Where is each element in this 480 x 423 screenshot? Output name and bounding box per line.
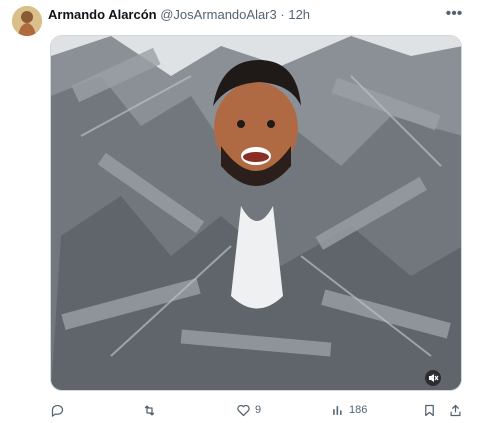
reply-button[interactable] xyxy=(50,400,65,420)
sound-muted-icon[interactable] xyxy=(425,370,441,386)
timestamp[interactable]: 12h xyxy=(288,7,310,22)
more-horizontal-icon: ••• xyxy=(445,5,463,22)
share-icon xyxy=(450,404,461,416)
views-count: 186 xyxy=(349,404,368,416)
separator-dot: · xyxy=(280,7,285,22)
bookmark-icon xyxy=(425,404,434,416)
action-bar: 9 186 xyxy=(0,400,480,420)
views-button[interactable]: 186 xyxy=(330,400,367,420)
like-count: 9 xyxy=(255,404,262,416)
repost-button[interactable] xyxy=(142,400,157,420)
reply-icon xyxy=(51,404,64,417)
duct-tape-meme-image xyxy=(51,36,461,390)
repost-icon xyxy=(144,405,155,415)
more-options-button[interactable]: ••• xyxy=(442,4,466,24)
bookmark-button[interactable] xyxy=(422,400,437,420)
tweet-header: Armando Alarcón @JosArmandoAlar3 · 12h xyxy=(48,6,440,23)
post-image[interactable] xyxy=(50,35,462,391)
tweet: Armando Alarcón @JosArmandoAlar3 · 12h •… xyxy=(0,0,480,423)
heart-icon xyxy=(237,404,250,416)
author-name[interactable]: Armando Alarcón xyxy=(48,7,157,22)
avatar[interactable] xyxy=(12,6,42,36)
share-button[interactable] xyxy=(448,400,463,420)
like-button[interactable]: 9 xyxy=(236,400,261,420)
views-icon xyxy=(333,405,342,415)
author-handle[interactable]: @JosArmandoAlar3 xyxy=(160,7,277,22)
